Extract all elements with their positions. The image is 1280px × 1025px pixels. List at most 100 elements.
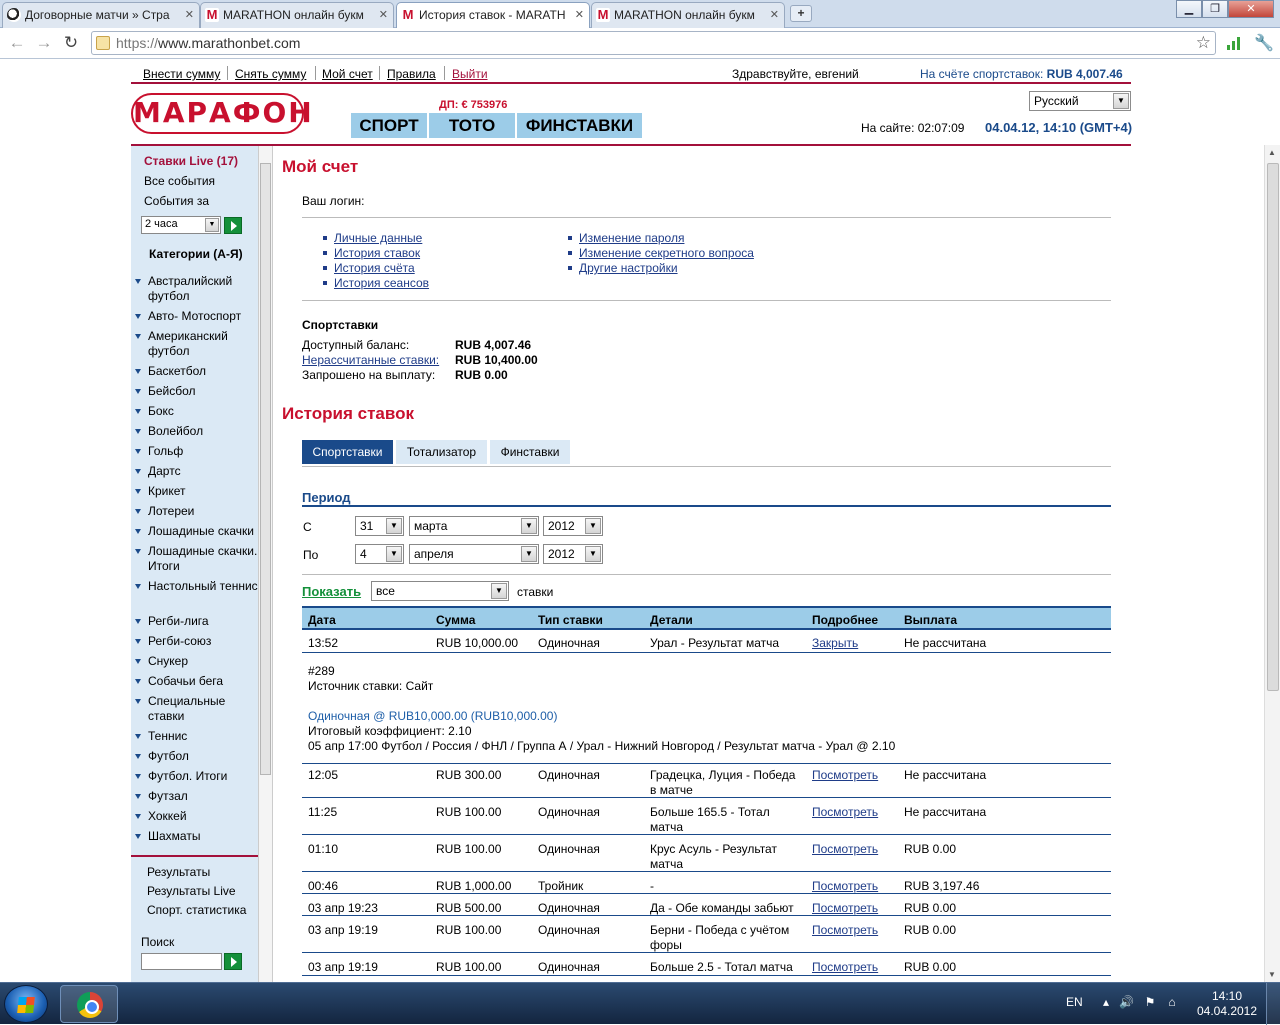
new-tab-button[interactable]: + [790,5,812,22]
category-item[interactable]: Австралийский футбол [135,274,260,304]
search-go-button[interactable] [224,953,242,970]
tray-arrow-icon[interactable]: ▴ [1099,995,1113,1009]
change-password-link[interactable]: Изменение пароля [579,231,684,245]
session-history-link[interactable]: История сеансов [334,276,429,290]
close-tab-icon[interactable]: ✕ [575,8,584,21]
browser-tab-1[interactable]: Договорные матчи » Стра ✕ [2,2,200,28]
from-day-select[interactable]: 31 ▼ [355,516,404,536]
close-window-button[interactable]: ✕ [1228,0,1274,18]
close-tab-icon[interactable]: ✕ [770,8,779,21]
sidebar-scrollbar[interactable] [258,146,273,982]
logout-link[interactable]: Выйти [452,67,488,81]
network-icon[interactable]: ⌂ [1165,995,1179,1009]
view-details-link[interactable]: Посмотреть [812,768,878,783]
bookmark-star-icon[interactable]: ☆ [1196,33,1211,53]
category-item[interactable]: Специальные ставки [135,694,260,724]
tab-sport[interactable]: СПОРТ [351,113,427,138]
from-year-select[interactable]: 2012 ▼ [543,516,603,536]
live-results-link[interactable]: Результаты Live [147,884,236,898]
view-details-link[interactable]: Посмотреть [812,805,878,820]
bet-history-link[interactable]: История ставок [334,246,420,260]
results-link[interactable]: Результаты [147,865,210,879]
from-month-select[interactable]: марта ▼ [409,516,539,536]
chrome-taskbar-icon[interactable] [60,985,118,1023]
personal-data-link[interactable]: Личные данные [334,231,422,245]
browser-tab-3-active[interactable]: M История ставок - MARATH ✕ [396,2,590,29]
category-item[interactable]: Собачьи бега [135,674,260,689]
my-account-link[interactable]: Мой счет [322,67,373,81]
reload-icon[interactable]: ↻ [62,34,80,52]
show-button[interactable]: Показать [302,584,361,599]
maximize-button[interactable]: ❐ [1202,0,1228,18]
address-bar[interactable]: https://www.marathonbet.com ☆ [91,31,1216,55]
start-button[interactable] [4,985,48,1023]
close-tab-icon[interactable]: ✕ [379,8,388,21]
category-item[interactable]: Настольный теннис [135,579,260,594]
account-history-link[interactable]: История счёта [334,261,415,275]
category-item[interactable]: Лотереи [135,504,260,519]
category-item[interactable]: Бейсбол [135,384,260,399]
category-item[interactable]: Авто- Мотоспорт [135,309,260,324]
tab-finstavki[interactable]: ФИНСТАВКИ [517,113,642,138]
show-desktop-button[interactable] [1266,983,1280,1025]
scrollbar-thumb[interactable] [260,163,271,775]
flag-icon[interactable]: ⚑ [1143,995,1157,1009]
search-input[interactable] [141,953,222,970]
go-button[interactable] [224,217,242,234]
category-item[interactable]: Лошадиные скачки [135,524,260,539]
close-details-link[interactable]: Закрыть [812,636,858,651]
category-item[interactable]: Лошадиные скачки. Итоги [135,544,260,574]
sport-stats-link[interactable]: Спорт. статистика [147,903,246,917]
rules-link[interactable]: Правила [387,67,436,81]
category-item[interactable]: Снукер [135,654,260,669]
tab-totalizator[interactable]: Тотализатор [396,440,487,464]
tab-sport-bets[interactable]: Спортставки [302,440,393,464]
category-item[interactable]: Баскетбол [135,364,260,379]
change-secret-question-link[interactable]: Изменение секретного вопроса [579,246,754,260]
back-icon[interactable]: ← [8,34,26,52]
category-item[interactable]: Футбол [135,749,260,764]
browser-tab-4[interactable]: M MARATHON онлайн букм ✕ [591,2,785,28]
deposit-link[interactable]: Внести сумму [143,67,220,81]
live-bets-link[interactable]: Ставки Live (17) [144,154,238,168]
category-item[interactable]: Дартс [135,464,260,479]
show-filter-select[interactable]: все ▼ [371,581,509,601]
signal-bars-icon[interactable] [1226,35,1242,51]
category-item[interactable]: Шахматы [135,829,260,844]
browser-tab-2[interactable]: M MARATHON онлайн букм ✕ [200,2,394,28]
view-details-link[interactable]: Посмотреть [812,960,878,975]
unsettled-bets-link[interactable]: Нерассчитанные ставки: [302,353,439,367]
minimize-button[interactable]: ▁ [1176,0,1202,18]
to-year-select[interactable]: 2012 ▼ [543,544,603,564]
category-item[interactable]: Хоккей [135,809,260,824]
view-details-link[interactable]: Посмотреть [812,842,878,857]
to-day-select[interactable]: 4 ▼ [355,544,404,564]
close-tab-icon[interactable]: ✕ [185,8,194,21]
marathon-logo[interactable]: МАРАФОН [131,93,312,134]
category-item[interactable]: Бокс [135,404,260,419]
view-details-link[interactable]: Посмотреть [812,879,878,894]
scroll-up-icon[interactable]: ▲ [1268,148,1276,157]
tab-toto[interactable]: ТОТО [429,113,515,138]
category-item[interactable]: Футбол. Итоги [135,769,260,784]
category-item[interactable]: Теннис [135,729,260,744]
volume-icon[interactable]: 🔊 [1119,995,1134,1009]
category-item[interactable]: Крикет [135,484,260,499]
scroll-down-icon[interactable]: ▼ [1268,970,1276,979]
page-scrollbar[interactable]: ▲ ▼ [1264,145,1280,982]
view-details-link[interactable]: Посмотреть [812,923,878,938]
language-indicator[interactable]: EN [1066,995,1083,1009]
tab-finbets[interactable]: Финставки [490,440,570,464]
forward-icon[interactable]: → [35,34,53,52]
category-item[interactable]: Американский футбол [135,329,260,359]
system-clock[interactable]: 14:10 04.04.2012 [1196,989,1258,1019]
view-details-link[interactable]: Посмотреть [812,901,878,916]
url-text[interactable]: https://www.marathonbet.com [116,35,300,51]
language-select[interactable]: Русский ▼ [1029,91,1131,111]
scrollbar-thumb[interactable] [1267,163,1279,691]
withdraw-link[interactable]: Снять сумму [235,67,306,81]
hours-select[interactable]: 2 часа ▼ [141,216,221,234]
category-item[interactable]: Регби-лига [135,614,260,629]
category-item[interactable]: Волейбол [135,424,260,439]
wrench-icon[interactable]: 🔧 [1254,33,1274,53]
